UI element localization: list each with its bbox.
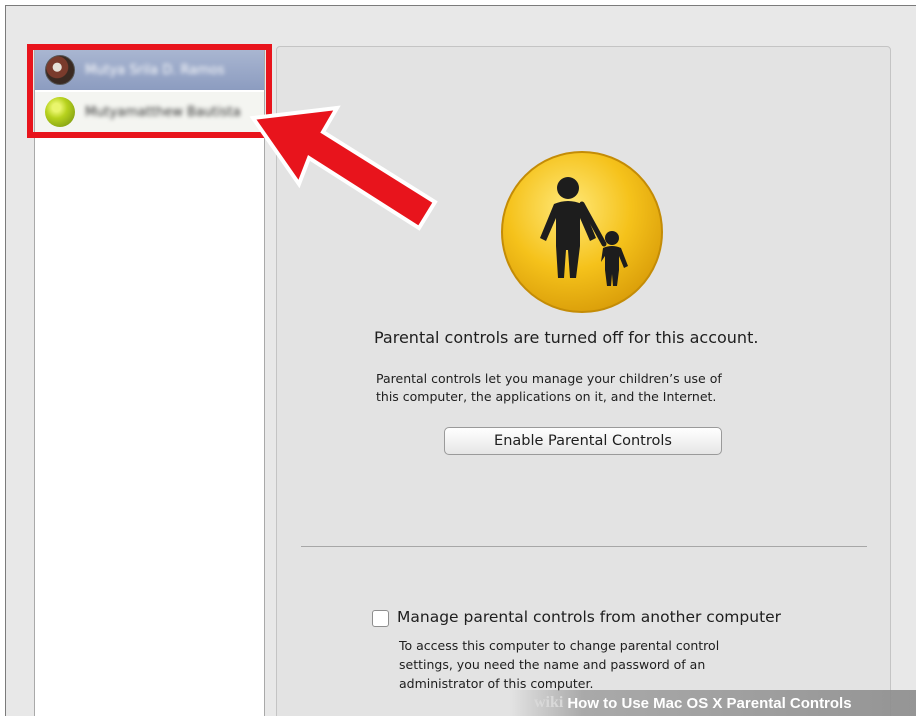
status-headline: Parental controls are turned off for thi… xyxy=(374,328,759,347)
parental-controls-icon xyxy=(501,151,663,313)
watermark: wiki How to Use Mac OS X Parental Contro… xyxy=(510,690,916,716)
remote-description: To access this computer to change parent… xyxy=(399,636,819,693)
manage-remote-checkbox[interactable] xyxy=(372,610,389,627)
enable-parental-controls-button[interactable]: Enable Parental Controls xyxy=(444,427,722,455)
divider xyxy=(301,546,867,547)
watermark-title: How to Use Mac OS X Parental Controls xyxy=(567,694,852,712)
manage-remote-label[interactable]: Manage parental controls from another co… xyxy=(397,608,781,626)
watermark-brand: wiki xyxy=(534,694,564,711)
description-line: Parental controls let you manage your ch… xyxy=(376,371,722,386)
status-description: Parental controls let you manage your ch… xyxy=(376,370,806,406)
remote-description-line: settings, you need the name and password… xyxy=(399,657,706,672)
arrow-icon xyxy=(249,105,438,231)
description-line: this computer, the applications on it, a… xyxy=(376,389,717,404)
remote-description-line: To access this computer to change parent… xyxy=(399,638,720,653)
screenshot-stage: Mutya Srila D. Ramos Mutyamatthew Bautis… xyxy=(0,0,916,716)
user-list[interactable]: Mutya Srila D. Ramos Mutyamatthew Bautis… xyxy=(34,49,265,716)
highlight-box xyxy=(27,44,272,138)
